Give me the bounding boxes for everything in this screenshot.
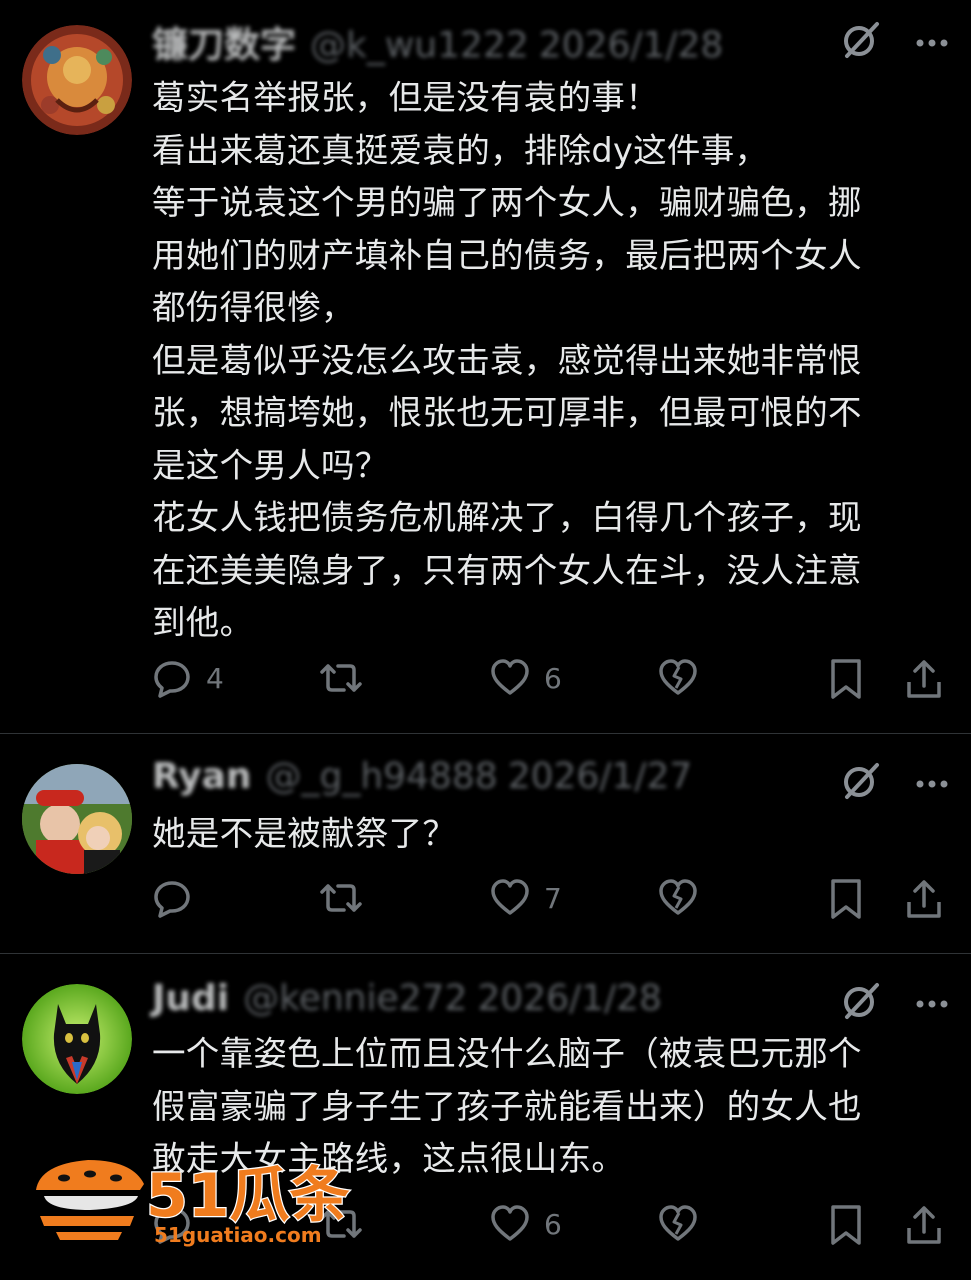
bookmark-button[interactable] <box>828 658 864 700</box>
share-icon <box>904 1204 944 1246</box>
more-icon[interactable] <box>915 994 949 1013</box>
repost-button[interactable] <box>318 878 378 918</box>
like-count: 7 <box>544 881 562 915</box>
author-name[interactable]: Judi <box>152 978 229 1019</box>
bookmark-icon <box>828 878 864 920</box>
share-button[interactable] <box>904 658 944 700</box>
post-meta: 镰刀数字 @k_wu1222 2026/1/28 <box>152 16 723 68</box>
more-icon[interactable] <box>915 33 949 52</box>
post-date[interactable]: 2026/1/28 <box>539 25 724 66</box>
dislike-button[interactable] <box>658 1204 698 1244</box>
repost-icon <box>318 658 364 698</box>
post-text: 葛实名举报张，但是没有袁的事！ 看出来葛还真挺爱袁的，排除dy这件事， 等于说袁… <box>152 78 862 642</box>
bookmark-icon <box>828 658 864 700</box>
action-bar: 7 <box>152 878 947 922</box>
share-button[interactable] <box>904 1204 944 1246</box>
like-button[interactable]: 7 <box>490 878 562 918</box>
share-button[interactable] <box>904 878 944 920</box>
avatar[interactable] <box>22 984 132 1094</box>
bookmark-button[interactable] <box>828 1204 864 1246</box>
heart-icon <box>490 658 530 698</box>
bookmark-icon <box>828 1204 864 1246</box>
action-bar: 4 6 <box>152 658 947 702</box>
post-date[interactable]: 2026/1/28 <box>477 978 662 1019</box>
broken-heart-icon <box>658 1204 698 1244</box>
share-icon <box>904 658 944 700</box>
heart-icon <box>490 1204 530 1244</box>
broken-heart-icon <box>658 878 698 918</box>
dislike-button[interactable] <box>658 658 698 698</box>
repost-button[interactable] <box>318 658 378 698</box>
avatar[interactable] <box>22 764 132 874</box>
share-icon <box>904 878 944 920</box>
post-divider <box>0 953 971 954</box>
like-count: 6 <box>544 661 562 695</box>
author-handle[interactable]: @kennie272 <box>243 978 467 1019</box>
grok-icon[interactable] <box>841 20 881 64</box>
post-date[interactable]: 2026/1/27 <box>508 756 693 797</box>
more-icon[interactable] <box>915 774 949 793</box>
site-watermark-logo: 51瓜条 51guatiao.com <box>34 1150 354 1250</box>
author-handle[interactable]: @k_wu1222 <box>310 25 529 66</box>
like-button[interactable]: 6 <box>490 1204 562 1244</box>
author-name[interactable]: 镰刀数字 <box>152 25 296 66</box>
like-button[interactable]: 6 <box>490 658 562 698</box>
post-meta: Judi @kennie272 2026/1/28 <box>152 978 662 1019</box>
watermark-site: 51guatiao.com <box>154 1223 322 1247</box>
post-divider <box>0 733 971 734</box>
grok-icon[interactable] <box>841 761 881 805</box>
avatar[interactable] <box>22 25 132 135</box>
broken-heart-icon <box>658 658 698 698</box>
post-text: 她是不是被献祭了？ <box>152 814 457 853</box>
post-meta: Ryan @_g_h94888 2026/1/27 <box>152 756 692 797</box>
grok-icon[interactable] <box>841 981 881 1025</box>
like-count: 6 <box>544 1207 562 1241</box>
reply-icon <box>152 658 192 698</box>
author-handle[interactable]: @_g_h94888 <box>266 756 498 797</box>
repost-icon <box>318 878 364 918</box>
watermark-brand: 51瓜条 <box>146 1161 350 1231</box>
author-name[interactable]: Ryan <box>152 756 252 797</box>
bookmark-button[interactable] <box>828 878 864 920</box>
reply-icon <box>152 878 192 918</box>
reply-count: 4 <box>206 661 224 695</box>
reply-button[interactable] <box>152 878 206 918</box>
reply-button[interactable]: 4 <box>152 658 224 698</box>
dislike-button[interactable] <box>658 878 698 918</box>
heart-icon <box>490 878 530 918</box>
